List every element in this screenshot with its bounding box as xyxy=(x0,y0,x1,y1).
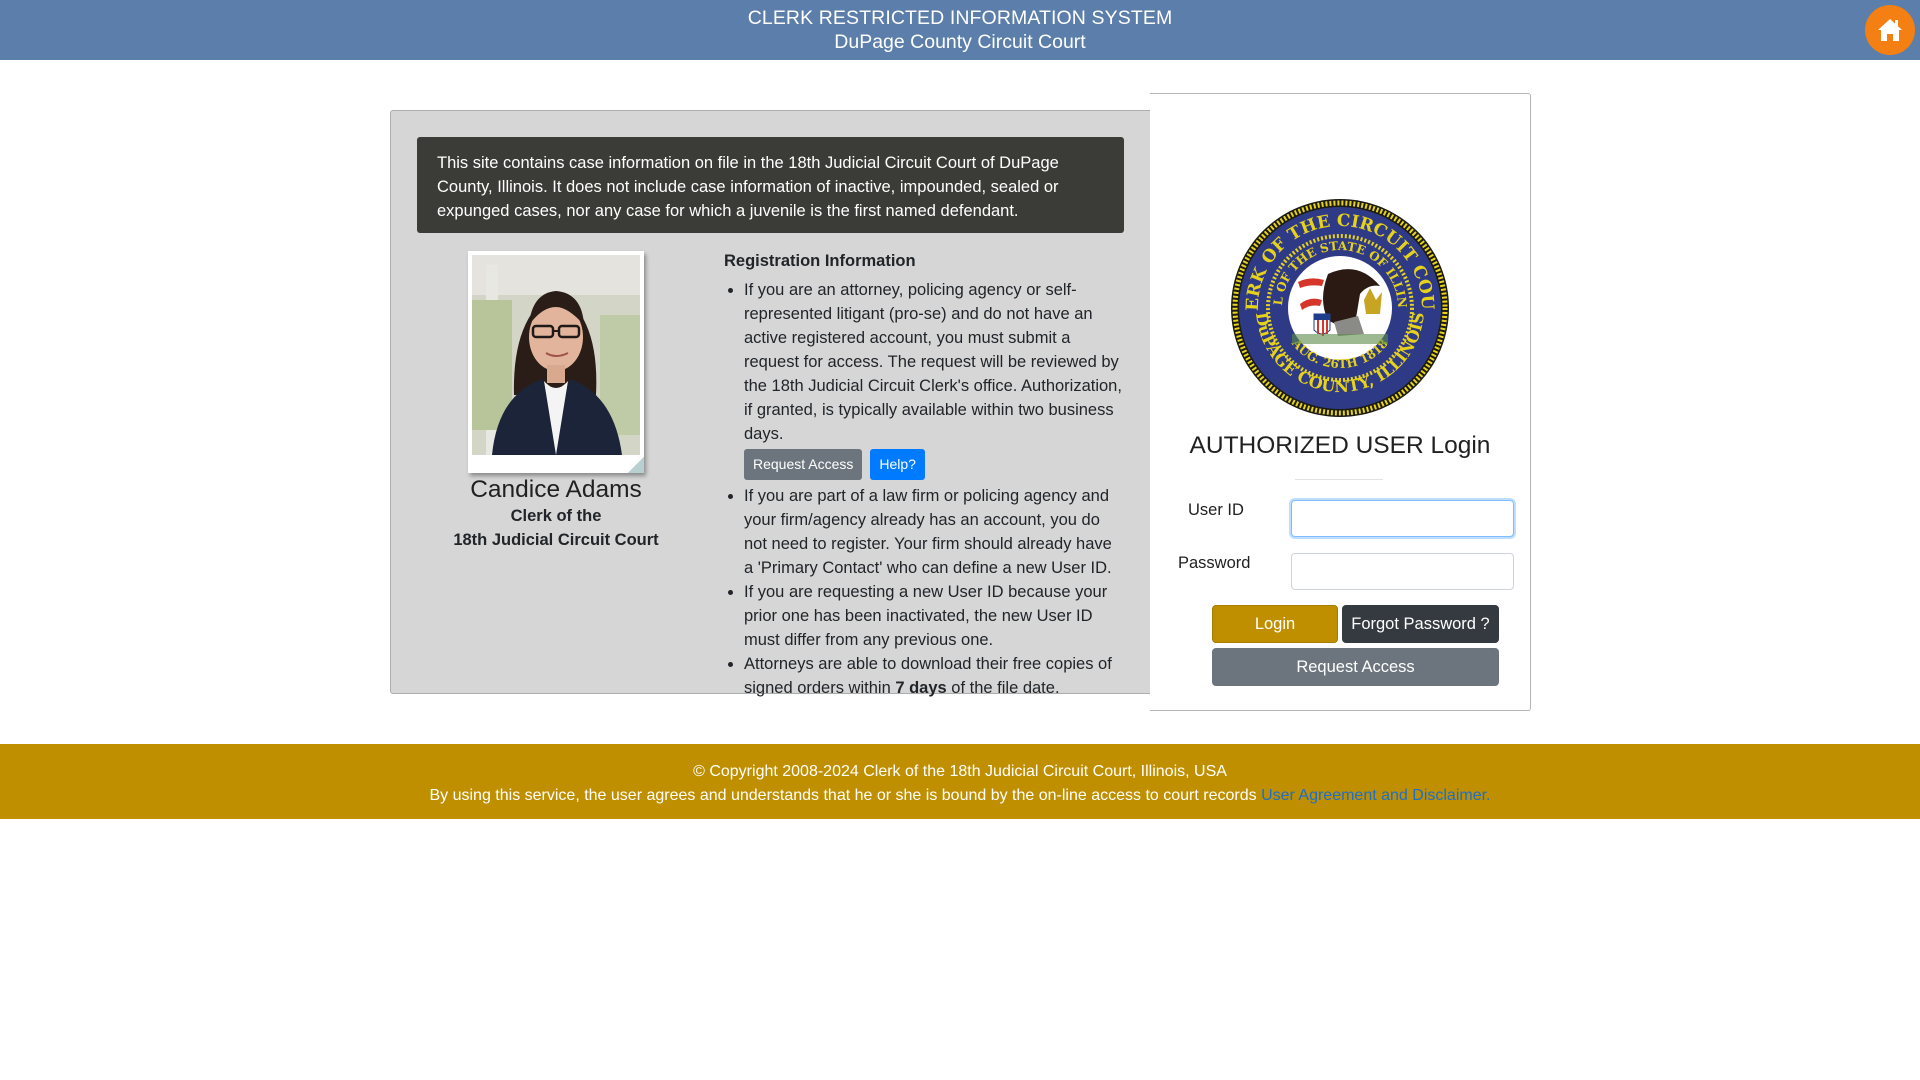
site-header: CLERK RESTRICTED INFORMATION SYSTEM DuPa… xyxy=(0,0,1920,60)
title-divider xyxy=(1295,479,1383,480)
registration-list: If you are an attorney, policing agency … xyxy=(724,278,1124,700)
registration-item: If you are an attorney, policing agency … xyxy=(744,278,1124,480)
registration-item-text-after: of the file date. xyxy=(946,679,1060,697)
registration-item: Attorneys are able to download their fre… xyxy=(744,652,1124,700)
user-id-label: User ID xyxy=(1188,501,1244,519)
login-button[interactable]: Login xyxy=(1212,605,1338,643)
registration-item: If you are part of a law firm or policin… xyxy=(744,484,1124,580)
clerk-title-line1: Clerk of the xyxy=(510,507,602,525)
registration-item-text: If you are part of a law firm or policin… xyxy=(744,487,1112,577)
password-input[interactable] xyxy=(1291,553,1514,590)
agreement-line: By using this service, the user agrees a… xyxy=(0,787,1920,805)
download-window: 7 days xyxy=(895,679,947,697)
site-notice: This site contains case information on f… xyxy=(417,137,1124,233)
password-label: Password xyxy=(1178,554,1251,572)
court-seal-logo: CLERK OF THE CIRCUIT COURT DuPAGE COUNTY… xyxy=(1230,196,1449,417)
site-title: CLERK RESTRICTED INFORMATION SYSTEM xyxy=(747,7,1173,29)
request-access-button[interactable]: Request Access xyxy=(1212,648,1499,686)
agreement-text: By using this service, the user agrees a… xyxy=(429,787,1262,804)
clerk-photo xyxy=(472,255,640,455)
registration-item-text: If you are requesting a new User ID beca… xyxy=(744,583,1108,649)
forgot-password-button[interactable]: Forgot Password ? xyxy=(1342,605,1499,643)
login-title: AUTHORIZED USER Login xyxy=(1189,432,1491,459)
registration-info: Registration Information If you are an a… xyxy=(724,249,1124,700)
registration-item: If you are requesting a new User ID beca… xyxy=(744,580,1124,652)
site-footer: © Copyright 2008-2024 Clerk of the 18th … xyxy=(0,744,1920,819)
request-access-button-small[interactable]: Request Access xyxy=(744,449,863,480)
photo-corner-curl xyxy=(628,457,644,473)
registration-heading: Registration Information xyxy=(724,252,916,270)
user-id-input[interactable] xyxy=(1291,500,1514,537)
registration-item-text: If you are an attorney, policing agency … xyxy=(744,281,1122,443)
login-panel: CLERK OF THE CIRCUIT COURT DuPAGE COUNTY… xyxy=(1150,93,1531,711)
home-button[interactable] xyxy=(1865,5,1915,55)
copyright-text: © Copyright 2008-2024 Clerk of the 18th … xyxy=(693,763,1227,780)
site-subtitle: DuPage County Circuit Court xyxy=(834,31,1086,53)
clerk-name: Candice Adams xyxy=(470,476,642,503)
clerk-photo-frame xyxy=(468,251,644,473)
help-button[interactable]: Help? xyxy=(870,449,925,480)
registration-actions: Request Access Help? xyxy=(744,449,1124,480)
user-agreement-link[interactable]: User Agreement and Disclaimer. xyxy=(1261,787,1490,804)
home-icon xyxy=(1878,19,1902,41)
clerk-title-line2: 18th Judicial Circuit Court xyxy=(453,531,659,549)
info-panel: This site contains case information on f… xyxy=(390,110,1151,697)
